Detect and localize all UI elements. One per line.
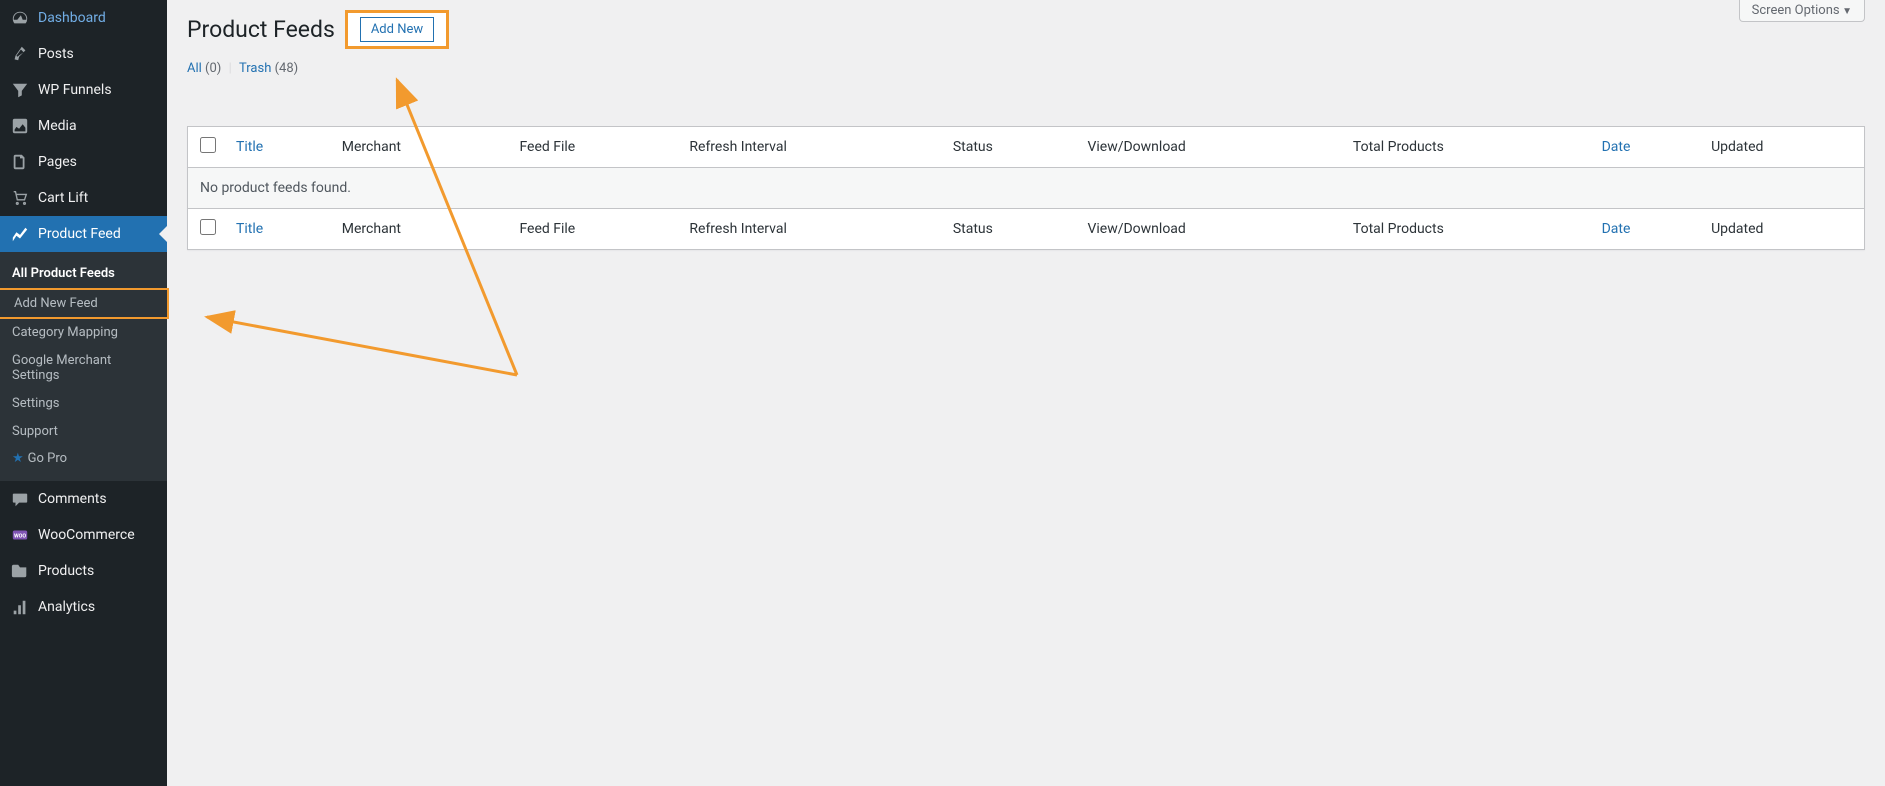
submenu-add-new-feed[interactable]: Add New Feed	[0, 288, 169, 320]
menu-analytics[interactable]: Analytics	[0, 589, 167, 625]
col-updated: Updated	[1701, 127, 1864, 168]
screen-options-button[interactable]: Screen Options	[1739, 0, 1865, 22]
col-feed-file: Feed File	[509, 127, 679, 168]
col-refresh-interval-footer: Refresh Interval	[679, 209, 942, 250]
menu-pages[interactable]: Pages	[0, 144, 167, 180]
submenu-go-pro[interactable]: ★ Go Pro	[0, 445, 167, 473]
chart-icon	[10, 224, 30, 244]
col-merchant: Merchant	[332, 127, 510, 168]
col-merchant-footer: Merchant	[332, 209, 510, 250]
menu-label: WooCommerce	[38, 526, 135, 544]
dashboard-icon	[10, 8, 30, 28]
submenu-label: Go Pro	[28, 451, 67, 466]
content-area: Screen Options Product Feeds Add New All…	[167, 0, 1885, 786]
filter-trash[interactable]: Trash	[239, 61, 271, 76]
col-title[interactable]: Title	[226, 127, 332, 168]
submenu-all-product-feeds[interactable]: All Product Feeds	[0, 260, 167, 288]
empty-state: No product feeds found.	[188, 168, 1865, 209]
col-date-footer[interactable]: Date	[1592, 209, 1701, 250]
submenu-product-feed: All Product Feeds Add New Feed Category …	[0, 252, 167, 481]
menu-media[interactable]: Media	[0, 108, 167, 144]
menu-label: Dashboard	[38, 9, 106, 27]
menu-products[interactable]: Products	[0, 553, 167, 589]
cart-icon	[10, 188, 30, 208]
menu-comments[interactable]: Comments	[0, 481, 167, 517]
menu-woocommerce[interactable]: WOO WooCommerce	[0, 517, 167, 553]
menu-label: Pages	[38, 153, 77, 171]
col-feed-file-footer: Feed File	[509, 209, 679, 250]
menu-wpfunnels[interactable]: WP Funnels	[0, 72, 167, 108]
col-refresh-interval: Refresh Interval	[679, 127, 942, 168]
col-date[interactable]: Date	[1592, 127, 1701, 168]
woo-icon: WOO	[10, 525, 30, 545]
col-title-footer[interactable]: Title	[226, 209, 332, 250]
col-status-footer: Status	[943, 209, 1078, 250]
col-view-download: View/Download	[1077, 127, 1342, 168]
funnel-icon	[10, 80, 30, 100]
filter-trash-count: (48)	[275, 61, 299, 76]
svg-text:WOO: WOO	[14, 533, 26, 539]
star-icon: ★	[12, 451, 24, 466]
col-view-download-footer: View/Download	[1077, 209, 1342, 250]
menu-label: Posts	[38, 45, 74, 63]
page-title: Product Feeds	[187, 15, 335, 45]
menu-dashboard[interactable]: Dashboard	[0, 0, 167, 36]
filter-trash-label: Trash	[239, 61, 271, 76]
menu-label: WP Funnels	[38, 81, 112, 99]
filter-all[interactable]: All	[187, 61, 202, 76]
menu-label: Cart Lift	[38, 189, 88, 207]
menu-posts[interactable]: Posts	[0, 36, 167, 72]
analytics-icon	[10, 597, 30, 617]
submenu-settings[interactable]: Settings	[0, 390, 167, 418]
product-feeds-table: Title Merchant Feed File Refresh Interva…	[187, 126, 1865, 250]
admin-sidebar: Dashboard Posts WP Funnels Media Pages C…	[0, 0, 167, 786]
filter-separator: |	[229, 61, 235, 76]
page-header: Product Feeds Add New	[187, 10, 1865, 49]
submenu-support[interactable]: Support	[0, 418, 167, 446]
add-new-button[interactable]: Add New	[360, 17, 434, 42]
select-all-checkbox[interactable]	[200, 137, 216, 153]
menu-label: Analytics	[38, 598, 95, 616]
menu-label: Product Feed	[38, 225, 121, 243]
add-new-highlight: Add New	[345, 10, 449, 49]
menu-label: Comments	[38, 490, 107, 508]
menu-label: Products	[38, 562, 94, 580]
filter-all-count: (0)	[205, 61, 221, 76]
select-all-footer	[188, 209, 227, 250]
menu-cartlift[interactable]: Cart Lift	[0, 180, 167, 216]
submenu-category-mapping[interactable]: Category Mapping	[0, 319, 167, 347]
menu-label: Media	[38, 117, 77, 135]
menu-product-feed[interactable]: Product Feed	[0, 216, 167, 252]
select-all-checkbox-footer[interactable]	[200, 219, 216, 235]
col-updated-footer: Updated	[1701, 209, 1864, 250]
pin-icon	[10, 44, 30, 64]
col-total-products-footer: Total Products	[1343, 209, 1592, 250]
col-status: Status	[943, 127, 1078, 168]
comment-icon	[10, 489, 30, 509]
col-total-products: Total Products	[1343, 127, 1592, 168]
filter-all-label: All	[187, 61, 202, 76]
submenu-google-merchant[interactable]: Google Merchant Settings	[0, 347, 167, 390]
filter-links: All (0) | Trash (48)	[187, 61, 1865, 76]
products-icon	[10, 561, 30, 581]
media-icon	[10, 116, 30, 136]
pages-icon	[10, 152, 30, 172]
select-all-header	[188, 127, 227, 168]
